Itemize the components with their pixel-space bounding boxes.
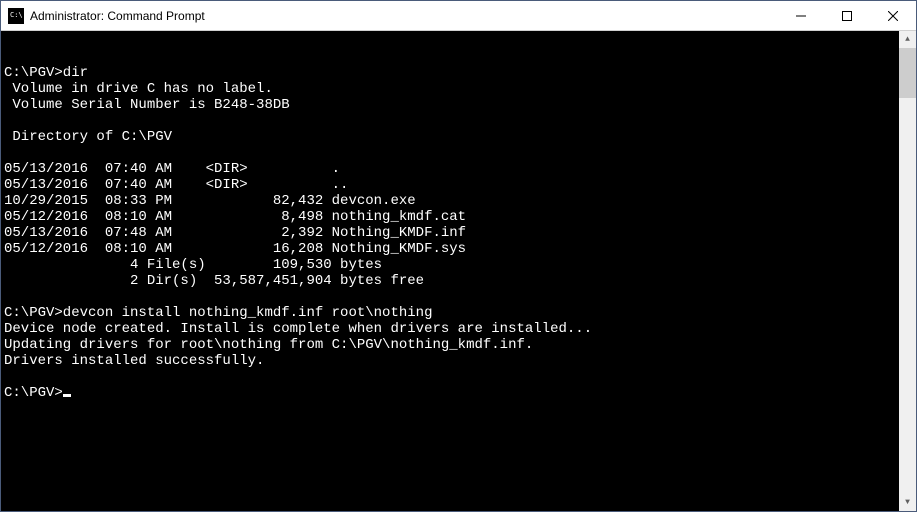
console-line: C:\PGV>dir	[4, 65, 916, 81]
chevron-up-icon: ▲	[905, 32, 910, 48]
console-line: C:\PGV>devcon install nothing_kmdf.inf r…	[4, 305, 916, 321]
close-button[interactable]	[870, 1, 916, 30]
console-line: 4 File(s) 109,530 bytes	[4, 257, 916, 273]
command-prompt-window: Administrator: Command Prompt C:\PGV>dir…	[0, 0, 917, 512]
console-line	[4, 145, 916, 161]
console-line: C:\PGV>	[4, 385, 916, 401]
vertical-scrollbar[interactable]: ▲ ▼	[899, 31, 916, 511]
titlebar[interactable]: Administrator: Command Prompt	[1, 1, 916, 31]
minimize-button[interactable]	[778, 1, 824, 30]
close-icon	[888, 11, 898, 21]
console-line: 2 Dir(s) 53,587,451,904 bytes free	[4, 273, 916, 289]
console-line: 05/13/2016 07:48 AM 2,392 Nothing_KMDF.i…	[4, 225, 916, 241]
cmd-icon	[8, 8, 24, 24]
console-line: Updating drivers for root\nothing from C…	[4, 337, 916, 353]
minimize-icon	[796, 11, 806, 21]
window-title: Administrator: Command Prompt	[30, 9, 778, 23]
console-line: 05/12/2016 08:10 AM 16,208 Nothing_KMDF.…	[4, 241, 916, 257]
console-line: Volume Serial Number is B248-38DB	[4, 97, 916, 113]
maximize-icon	[842, 11, 852, 21]
console-area[interactable]: C:\PGV>dir Volume in drive C has no labe…	[1, 31, 916, 511]
console-output: C:\PGV>dir Volume in drive C has no labe…	[4, 65, 916, 401]
console-line	[4, 289, 916, 305]
console-line	[4, 369, 916, 385]
chevron-down-icon: ▼	[905, 495, 910, 511]
console-line	[4, 113, 916, 129]
text-cursor	[63, 394, 71, 397]
maximize-button[interactable]	[824, 1, 870, 30]
scroll-up-button[interactable]: ▲	[899, 31, 916, 48]
window-controls	[778, 1, 916, 30]
scroll-track[interactable]	[899, 48, 916, 494]
console-line: 05/13/2016 07:40 AM <DIR> .	[4, 161, 916, 177]
console-line: Drivers installed successfully.	[4, 353, 916, 369]
console-line: 05/13/2016 07:40 AM <DIR> ..	[4, 177, 916, 193]
console-line: 10/29/2015 08:33 PM 82,432 devcon.exe	[4, 193, 916, 209]
console-line: Device node created. Install is complete…	[4, 321, 916, 337]
scroll-down-button[interactable]: ▼	[899, 494, 916, 511]
scroll-thumb[interactable]	[899, 48, 916, 98]
console-line: Volume in drive C has no label.	[4, 81, 916, 97]
console-line: 05/12/2016 08:10 AM 8,498 nothing_kmdf.c…	[4, 209, 916, 225]
console-line: Directory of C:\PGV	[4, 129, 916, 145]
